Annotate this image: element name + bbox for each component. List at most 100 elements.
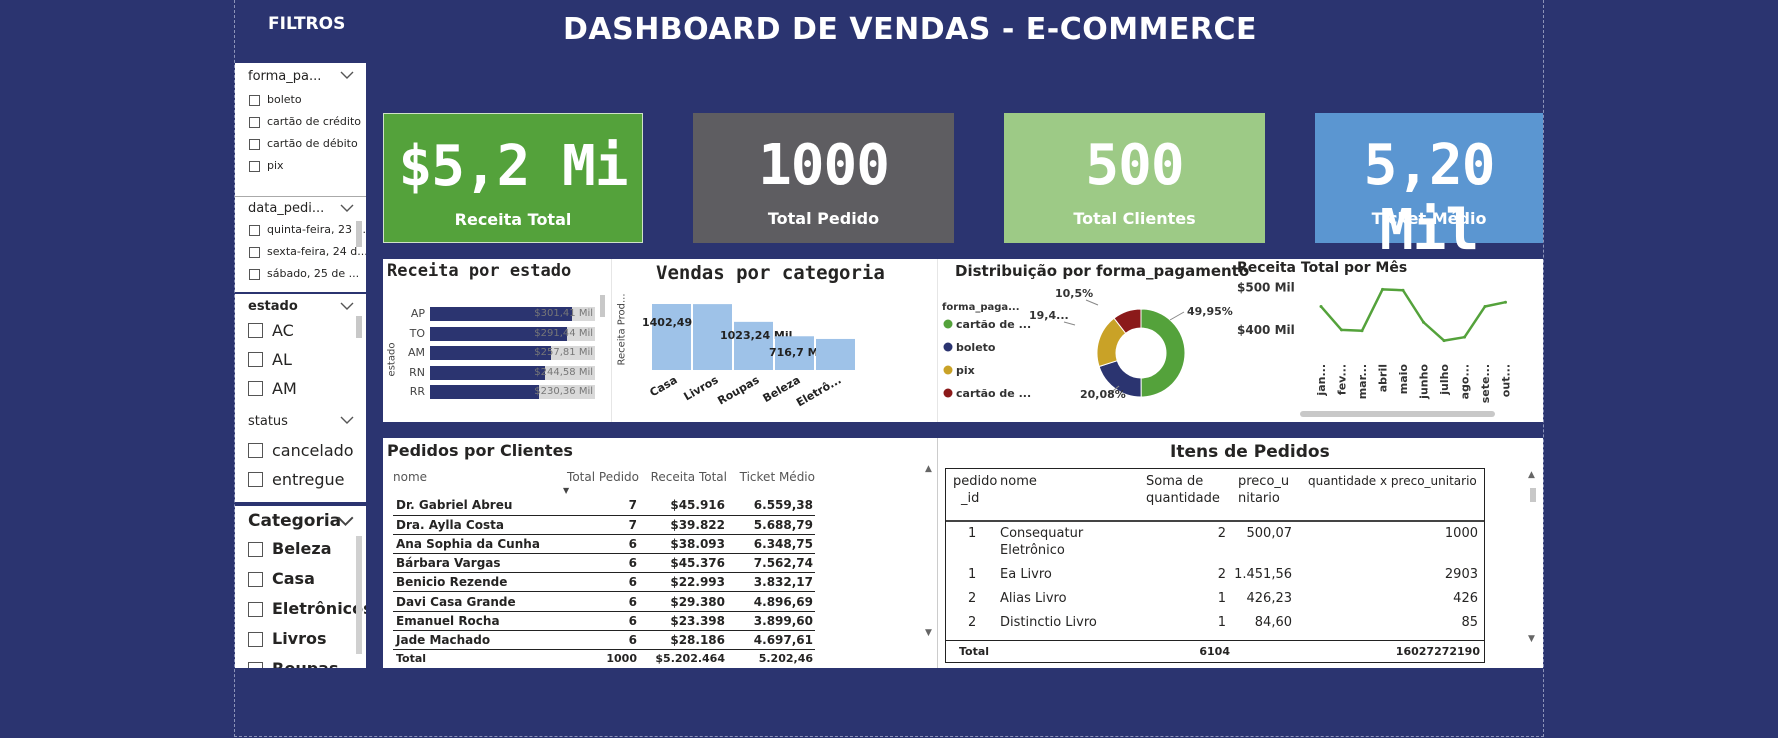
table-row[interactable]: 2 Alias Livro 1 426,23 426 [946, 587, 1484, 611]
slicer-estado[interactable]: estado AC AL AM [235, 292, 366, 406]
line-point[interactable] [1463, 335, 1466, 339]
slicer-option[interactable]: Beleza [235, 536, 366, 566]
scroll-up-icon[interactable]: ▲ [925, 464, 932, 474]
checkbox[interactable] [248, 632, 263, 647]
table-pedidos-por-clientes[interactable]: Pedidos por Clientes nome Total Pedido ▼ … [383, 438, 937, 668]
checkbox[interactable] [248, 381, 263, 396]
pie-slice[interactable] [1140, 308, 1186, 398]
chart-receita-total-por-mes[interactable]: Receita Total por Mês $500 Mil $400 Mil ja… [1237, 259, 1543, 422]
table-row[interactable]: 1 Ea Livro 2 1.451,56 2903 [946, 563, 1484, 587]
line-series[interactable] [1320, 288, 1506, 342]
chevron-down-icon[interactable] [340, 414, 354, 426]
legend-item[interactable]: boleto [956, 341, 996, 354]
scrollbar[interactable] [356, 221, 362, 247]
line-point[interactable] [1442, 339, 1446, 343]
slicer-data-pedido[interactable]: data_pedi... quinta-feira, 23 ... sexta-… [235, 196, 366, 292]
line-point[interactable] [1381, 287, 1384, 291]
scrollbar-horizontal[interactable] [1300, 411, 1495, 417]
table-row[interactable]: Dra. Aylla Costa 7 $39.822 5.688,79 [393, 515, 815, 535]
checkbox[interactable] [248, 472, 263, 487]
checkbox[interactable] [248, 352, 263, 367]
table-row[interactable]: 1 Consequatur Eletrônico 2 500,07 1000 [946, 521, 1484, 563]
slicer-option[interactable]: cancelado [235, 436, 366, 465]
legend-item[interactable]: cartão de ... [956, 387, 1031, 400]
chart-distribuicao-forma-pagamento[interactable]: Distribuição por forma_pagamento forma_p… [937, 259, 1249, 422]
line-point[interactable] [1504, 300, 1507, 304]
line-point[interactable] [1401, 288, 1405, 292]
checkbox[interactable] [248, 323, 263, 338]
bar[interactable] [652, 304, 691, 370]
table-row[interactable]: Benicio Rezende 6 $22.993 3.832,17 [393, 573, 815, 592]
chevron-down-icon[interactable] [340, 300, 354, 312]
line-point[interactable] [1319, 304, 1323, 308]
checkbox[interactable] [248, 542, 263, 557]
chevron-down-icon[interactable] [340, 202, 354, 214]
checkbox[interactable] [249, 247, 260, 258]
slicer-option[interactable]: sábado, 25 de ... [235, 265, 366, 287]
legend-item[interactable]: pix [956, 364, 975, 377]
slicer-option[interactable]: Livros [235, 626, 366, 656]
column-header[interactable]: Soma de quantidade [1146, 469, 1232, 521]
scroll-down-icon[interactable]: ▼ [925, 628, 932, 638]
slicer-status[interactable]: status cancelado entregue [235, 406, 366, 502]
checkbox[interactable] [249, 95, 260, 106]
table-row[interactable]: Bárbara Vargas 6 $45.376 7.562,74 [393, 554, 815, 573]
column-header[interactable]: Receita Total [639, 466, 727, 496]
checkbox[interactable] [248, 602, 263, 617]
line-point[interactable] [1422, 320, 1425, 324]
slicer-option[interactable]: quinta-feira, 23 ... [235, 221, 366, 243]
scrollbar[interactable] [1530, 488, 1536, 502]
column-header[interactable]: pedido _id [946, 469, 1000, 521]
slicer-option[interactable]: Eletrônicos [235, 596, 366, 626]
table-row[interactable]: 2 Distinctio Livro 1 84,60 85 [946, 611, 1484, 635]
scrollbar[interactable] [356, 316, 362, 338]
table-cell: 6 [628, 594, 637, 609]
checkbox[interactable] [248, 443, 263, 458]
line-point[interactable] [1360, 329, 1364, 333]
slicer-option[interactable]: AM [235, 374, 366, 403]
checkbox[interactable] [249, 161, 260, 172]
column-header[interactable]: quantidade x preco_unitario [1298, 469, 1484, 521]
slicer-option[interactable]: pix [235, 157, 366, 179]
slicer-option[interactable]: boleto [235, 91, 366, 113]
scrollbar[interactable] [356, 536, 362, 654]
slicer-option[interactable]: sexta-feira, 24 d... [235, 243, 366, 265]
chart-receita-por-estado[interactable]: Receita por estado estado AP $301,41 Mil T… [383, 259, 611, 422]
table-row[interactable]: Dr. Gabriel Abreu 7 $45.916 6.559,38 [393, 496, 815, 516]
checkbox[interactable] [249, 117, 260, 128]
slicer-option[interactable]: Roupas [235, 656, 366, 668]
slicer-option[interactable]: cartão de crédito [235, 113, 366, 135]
checkbox[interactable] [248, 572, 263, 587]
checkbox[interactable] [249, 139, 260, 150]
slicer-option[interactable]: cartão de débito [235, 135, 366, 157]
chevron-down-icon[interactable] [337, 514, 354, 528]
column-header[interactable]: nome [1000, 469, 1146, 521]
chevron-down-icon[interactable] [340, 69, 354, 81]
slicer-option[interactable]: entregue [235, 465, 366, 494]
chart-vendas-por-categoria[interactable]: Vendas por categoria Receita Prod... Cas… [611, 259, 937, 422]
slicer-option[interactable]: AC [235, 316, 366, 345]
line-point[interactable] [1340, 328, 1343, 332]
slicer-option[interactable]: AL [235, 345, 366, 374]
table-row[interactable]: Davi Casa Grande 6 $29.380 4.896,69 [393, 592, 815, 612]
column-header-sorted[interactable]: Total Pedido ▼ [561, 466, 639, 496]
scroll-down-icon[interactable]: ▼ [1528, 634, 1535, 644]
scroll-up-icon[interactable]: ▲ [1528, 470, 1535, 480]
bar[interactable] [816, 338, 855, 370]
scrollbar[interactable] [600, 295, 605, 317]
column-header[interactable]: preco_u nitario [1232, 469, 1298, 521]
checkbox[interactable] [249, 225, 260, 236]
table-row[interactable]: Emanuel Rocha 6 $23.398 3.899,60 [393, 611, 815, 631]
column-header[interactable]: nome [393, 466, 561, 496]
slicer-option[interactable]: Casa [235, 566, 366, 596]
column-header[interactable]: Ticket Médio [727, 466, 815, 496]
checkbox[interactable] [249, 269, 260, 280]
table-itens-de-pedidos[interactable]: Itens de Pedidos pedido _id nome Soma de q… [937, 438, 1543, 668]
legend-item[interactable]: cartão de ... [956, 318, 1031, 331]
checkbox[interactable] [248, 662, 263, 668]
slicer-categoria[interactable]: Categoria Beleza Casa Eletrônicos Livros… [235, 504, 366, 668]
table-row[interactable]: Ana Sophia da Cunha 6 $38.093 6.348,75 [393, 534, 815, 554]
table-row[interactable]: Jade Machado 6 $28.186 4.697,61 [393, 630, 815, 650]
line-point[interactable] [1483, 304, 1487, 308]
slicer-forma-pagamento[interactable]: forma_pa... boleto cartão de crédito car… [235, 63, 366, 196]
